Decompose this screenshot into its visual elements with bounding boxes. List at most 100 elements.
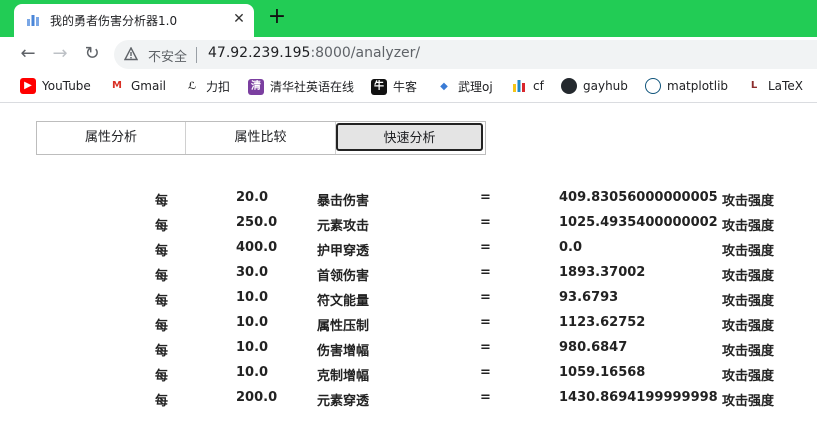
unit-label: 攻击强度 xyxy=(722,269,775,284)
attribute-name: 暴击伤害 xyxy=(317,194,370,209)
unit-label: 攻击强度 xyxy=(722,319,775,334)
bookmark-gmail[interactable]: M Gmail xyxy=(109,78,166,96)
tab-attribute-compare[interactable]: 属性比较 xyxy=(186,122,336,154)
equivalent-value: 980.6847 xyxy=(559,340,628,355)
bookmark-label: YouTube xyxy=(42,79,91,93)
url-path: :8000/analyzer/ xyxy=(310,45,421,61)
equivalent-value: 1059.16568 xyxy=(559,365,646,380)
unit-label: 攻击强度 xyxy=(722,244,775,259)
attribute-name: 元素攻击 xyxy=(317,219,370,234)
tab-attribute-analysis[interactable]: 属性分析 xyxy=(37,122,186,154)
address-bar[interactable]: 不安全 47.92.239.195:8000/analyzer/ xyxy=(114,40,817,69)
per-label: 每 xyxy=(155,369,169,384)
browser-toolbar: ← → ↻ 不安全 47.92.239.195:8000/analyzer/ xyxy=(0,37,817,72)
per-label: 每 xyxy=(155,244,169,259)
url-host: 47.92.239.195 xyxy=(208,45,311,61)
page-content: 属性分析 属性比较 快速分析 每 20.0 暴击伤害 = 409.8305600… xyxy=(0,103,817,433)
omnibox-divider xyxy=(196,47,197,63)
back-arrow-icon[interactable]: ← xyxy=(16,42,40,66)
codeforces-icon xyxy=(511,78,527,94)
equals-sign: = xyxy=(480,315,491,330)
whut-oj-icon: ◆ xyxy=(436,78,452,95)
bookmark-label: 牛客 xyxy=(393,80,418,94)
equals-sign: = xyxy=(480,190,491,205)
tab-quick-analysis[interactable]: 快速分析 xyxy=(336,123,483,151)
equals-sign: = xyxy=(480,265,491,280)
equivalent-value: 1025.4935400000002 xyxy=(559,215,718,230)
attribute-name: 属性压制 xyxy=(317,319,370,334)
url-text[interactable]: 47.92.239.195:8000/analyzer/ xyxy=(208,45,420,61)
equals-sign: = xyxy=(480,365,491,380)
result-row: 每 250.0 元素攻击 = 1025.4935400000002 攻击强度 xyxy=(0,211,817,236)
bookmark-label: gayhub xyxy=(583,79,628,93)
bookmark-github[interactable]: gayhub xyxy=(561,78,628,96)
warning-triangle-icon[interactable] xyxy=(124,47,138,61)
bookmark-label: LaTeX xyxy=(768,79,803,93)
result-row: 每 10.0 符文能量 = 93.6793 攻击强度 xyxy=(0,286,817,311)
bookmark-matplotlib[interactable]: matplotlib xyxy=(645,78,728,96)
amount: 10.0 xyxy=(236,315,269,330)
per-label: 每 xyxy=(155,269,169,284)
equals-sign: = xyxy=(480,390,491,405)
bookmark-leetcode[interactable]: ℒ 力扣 xyxy=(184,78,230,96)
per-label: 每 xyxy=(155,394,169,409)
attribute-name: 克制增幅 xyxy=(317,369,370,384)
bookmark-label: 武理oj xyxy=(458,80,493,94)
attribute-name: 首领伤害 xyxy=(317,269,370,284)
bookmark-youtube[interactable]: ▶ YouTube xyxy=(20,78,91,96)
equivalent-value: 409.83056000000005 xyxy=(559,190,718,205)
per-label: 每 xyxy=(155,219,169,234)
equivalent-value: 93.6793 xyxy=(559,290,619,305)
result-row: 每 200.0 元素穿透 = 1430.8694199999998 攻击强度 xyxy=(0,386,817,411)
codeforces-bars-icon xyxy=(513,80,525,92)
per-label: 每 xyxy=(155,294,169,309)
tab-strip: 我的勇者伤害分析器1.0 ✕ + xyxy=(0,0,817,37)
matplotlib-icon xyxy=(645,78,661,94)
equivalent-value: 1893.37002 xyxy=(559,265,646,280)
analysis-mode-selector: 属性分析 属性比较 快速分析 xyxy=(36,121,486,155)
latex-icon: L xyxy=(746,78,762,94)
result-row: 每 10.0 克制增幅 = 1059.16568 攻击强度 xyxy=(0,361,817,386)
nowcoder-icon: 牛 xyxy=(371,78,387,95)
tsinghua-icon: 清 xyxy=(248,78,264,95)
attribute-name: 护甲穿透 xyxy=(317,244,370,259)
amount: 10.0 xyxy=(236,365,269,380)
amount: 10.0 xyxy=(236,290,269,305)
forward-arrow-icon[interactable]: → xyxy=(48,42,72,66)
result-row: 每 20.0 暴击伤害 = 409.83056000000005 攻击强度 xyxy=(0,186,817,211)
new-tab-button[interactable]: + xyxy=(266,6,288,28)
result-row: 每 30.0 首领伤害 = 1893.37002 攻击强度 xyxy=(0,261,817,286)
equals-sign: = xyxy=(480,290,491,305)
equivalent-value: 0.0 xyxy=(559,240,583,255)
browser-tab-active[interactable]: 我的勇者伤害分析器1.0 ✕ xyxy=(14,4,254,37)
youtube-icon: ▶ xyxy=(20,78,36,94)
equivalent-value: 1123.62752 xyxy=(559,315,646,330)
bookmark-codeforces[interactable]: cf xyxy=(511,78,544,96)
unit-label: 攻击强度 xyxy=(722,394,775,409)
unit-label: 攻击强度 xyxy=(722,194,775,209)
bookmark-label: Gmail xyxy=(131,79,167,93)
bookmark-tsinghua[interactable]: 清清华社英语在线 xyxy=(248,78,354,96)
bookmarks-bar: ▶ YouTube M Gmail ℒ 力扣 清清华社英语在线 牛牛客 ◆ 武理oj c… xyxy=(0,72,817,103)
bookmark-whut-oj[interactable]: ◆ 武理oj xyxy=(436,78,493,96)
amount: 20.0 xyxy=(236,190,269,205)
result-row: 每 400.0 护甲穿透 = 0.0 攻击强度 xyxy=(0,236,817,261)
bookmark-latex[interactable]: L LaTeX xyxy=(746,78,803,96)
equivalent-value: 1430.8694199999998 xyxy=(559,390,718,405)
bookmark-nowcoder[interactable]: 牛牛客 xyxy=(371,78,417,96)
bookmark-label: matplotlib xyxy=(667,79,729,93)
amount: 200.0 xyxy=(236,390,278,405)
equals-sign: = xyxy=(480,340,491,355)
amount: 250.0 xyxy=(236,215,278,230)
bookmark-label: cf xyxy=(533,79,544,93)
attribute-name: 伤害增幅 xyxy=(317,344,370,359)
result-row: 每 10.0 伤害增幅 = 980.6847 攻击强度 xyxy=(0,336,817,361)
unit-label: 攻击强度 xyxy=(722,219,775,234)
insecure-label[interactable]: 不安全 xyxy=(148,46,187,65)
amount: 400.0 xyxy=(236,240,278,255)
reload-icon[interactable]: ↻ xyxy=(80,42,104,66)
close-tab-icon[interactable]: ✕ xyxy=(230,10,248,28)
unit-label: 攻击强度 xyxy=(722,294,775,309)
bar-chart-favicon-icon xyxy=(27,15,39,26)
amount: 10.0 xyxy=(236,340,269,355)
